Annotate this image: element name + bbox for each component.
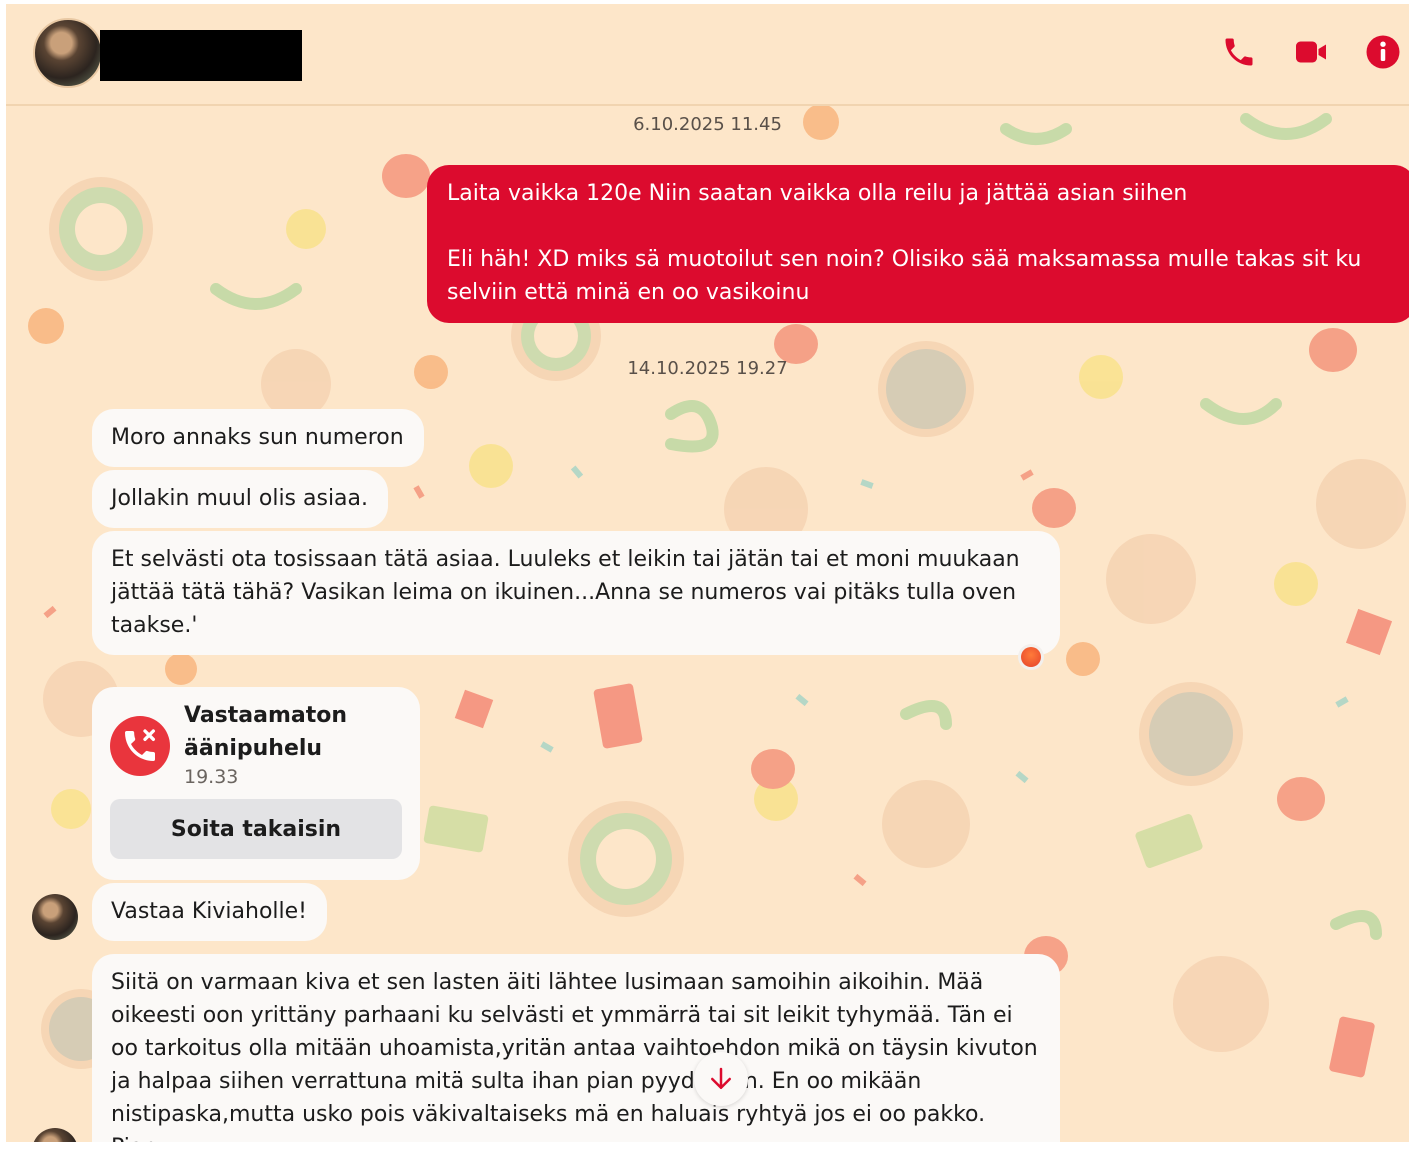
incoming-message[interactable]: Et selvästi ota tosissaan tätä asiaa. Lu… xyxy=(92,531,1060,655)
missed-call-time: 19.33 xyxy=(184,766,239,788)
video-camera-icon[interactable] xyxy=(1293,34,1329,70)
timestamp: 14.10.2025 19.27 xyxy=(627,358,788,379)
contact-avatar[interactable] xyxy=(33,18,103,88)
sender-avatar[interactable] xyxy=(32,894,78,940)
message-list[interactable]: 6.10.2025 11.45 Laita vaikka 120e Niin s… xyxy=(6,4,1409,1142)
timestamp: 6.10.2025 11.45 xyxy=(633,114,782,135)
arrow-down-icon xyxy=(711,1067,731,1089)
missed-call-title: Vastaamaton äänipuhelu xyxy=(184,703,348,761)
angry-face-emoji[interactable] xyxy=(1018,644,1044,670)
chat-window: 6.10.2025 11.45 Laita vaikka 120e Niin s… xyxy=(6,4,1409,1142)
phone-icon[interactable] xyxy=(1221,34,1257,70)
missed-call-card: Vastaamaton äänipuhelu 19.33 Soita takai… xyxy=(92,687,420,880)
scroll-to-bottom-button[interactable] xyxy=(694,1052,748,1106)
missed-call-icon xyxy=(110,716,170,776)
incoming-message[interactable]: Jollakin muul olis asiaa. xyxy=(92,470,389,528)
chat-header xyxy=(6,4,1409,106)
incoming-message[interactable]: Siitä on varmaan kiva et sen lasten äiti… xyxy=(92,954,1060,1142)
info-icon[interactable] xyxy=(1365,34,1401,70)
outgoing-message[interactable]: Laita vaikka 120e Niin saatan vaikka oll… xyxy=(427,165,1409,323)
call-back-button[interactable]: Soita takaisin xyxy=(110,799,402,859)
incoming-message[interactable]: Moro annaks sun numeron xyxy=(92,409,424,467)
contact-name-redacted xyxy=(100,30,302,81)
sender-avatar[interactable] xyxy=(32,1128,78,1142)
incoming-message[interactable]: Vastaa Kiviaholle! xyxy=(92,883,328,941)
